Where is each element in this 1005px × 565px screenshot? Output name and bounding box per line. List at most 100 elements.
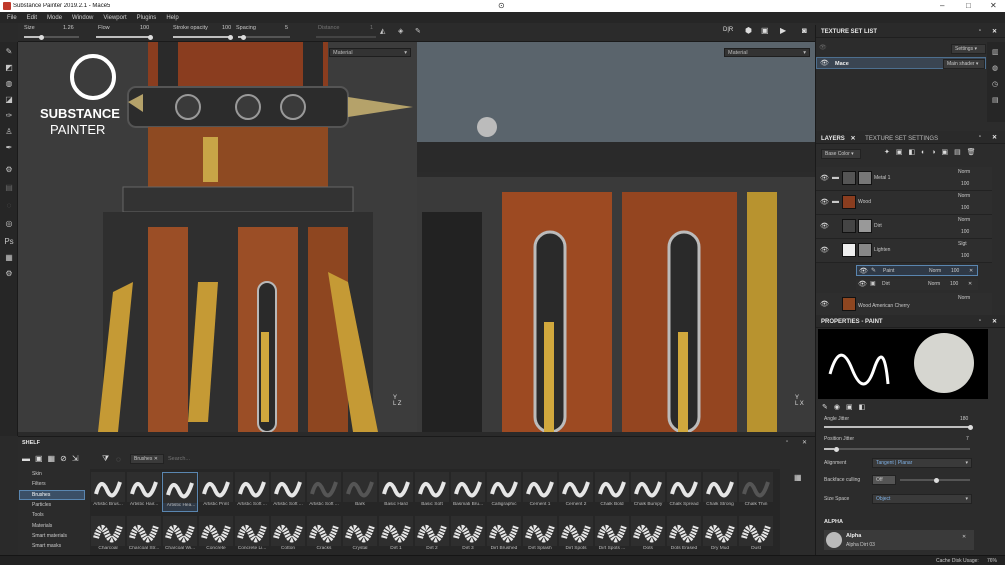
brush-tile[interactable]: Dots Erased: [666, 516, 702, 556]
layer-blend[interactable]: Norm: [958, 295, 970, 301]
brush-tile[interactable]: Cement 2: [558, 472, 594, 512]
effect-eye-icon[interactable]: 👁: [858, 280, 867, 288]
settings-gear-icon[interactable]: ⚙: [4, 164, 14, 174]
brush-tile[interactable]: Charcoal Str...: [126, 516, 162, 556]
alpha-remove-icon[interactable]: ✕: [962, 534, 966, 540]
maximize-icon[interactable]: □: [966, 1, 971, 10]
layer-row-wood[interactable]: 👁 ▬ Wood Norm 100: [816, 191, 992, 215]
visibility-eye-icon[interactable]: 👁: [820, 59, 829, 67]
layer-opacity[interactable]: 100: [961, 253, 969, 259]
effect-blend[interactable]: Norm: [929, 268, 941, 274]
brush-tile[interactable]: Artistic Hair...: [126, 472, 162, 512]
brush-tile[interactable]: Basmati Bru...: [450, 472, 486, 512]
layer-row-wood-american-cherry[interactable]: 👁 Wood American Cherry Norm: [816, 293, 992, 317]
distance-slider[interactable]: [316, 36, 376, 38]
brush-tile[interactable]: Concrete Li...: [234, 516, 270, 556]
category-smart-materials[interactable]: Smart materials: [32, 533, 67, 539]
effect-remove-icon[interactable]: ✕: [968, 281, 972, 287]
distance-value[interactable]: 1: [370, 25, 373, 31]
brush-tile[interactable]: Dry Mud: [702, 516, 738, 556]
shelf-search-input[interactable]: [168, 454, 783, 464]
polygon-fill-icon[interactable]: ◪: [4, 94, 14, 104]
menu-file[interactable]: File: [7, 15, 17, 21]
brush-tile[interactable]: Dirt Brushed: [486, 516, 522, 556]
tab-layers[interactable]: LAYERS: [821, 136, 845, 142]
brush-tile[interactable]: Artistic Soft ...: [270, 472, 306, 512]
projection-icon[interactable]: ◍: [4, 78, 14, 88]
python-icon[interactable]: Ps: [4, 236, 14, 246]
brush-tile[interactable]: Chalk Bold: [594, 472, 630, 512]
gear-extra-icon[interactable]: ⚙: [4, 268, 14, 278]
layer-row-metal-1[interactable]: 👁 ▬ Metal 1 Norm 100: [816, 167, 992, 191]
brush-tile[interactable]: Artistic Print: [198, 472, 234, 512]
brush-tile[interactable]: Artistic Soft ...: [306, 472, 342, 512]
brush-tile[interactable]: Basic Soft: [414, 472, 450, 512]
flow-slider[interactable]: [96, 34, 153, 40]
filter-circle-icon[interactable]: ◌: [116, 455, 121, 464]
effect-opacity[interactable]: 100: [950, 281, 958, 287]
layer-row-lighten[interactable]: 👁 Lighten Slgt 100: [816, 239, 992, 263]
panel-close-icon[interactable]: ✕: [992, 28, 997, 35]
minimize-icon[interactable]: –: [940, 1, 944, 10]
flow-value[interactable]: 100: [140, 25, 149, 31]
shelf-float-icon[interactable]: ▫: [786, 439, 788, 445]
effect-eye-icon[interactable]: 👁: [859, 267, 868, 275]
size-slider[interactable]: [24, 34, 79, 40]
lazy-mouse-icon[interactable]: ◈: [398, 27, 403, 35]
brush-tile[interactable]: Cracks: [306, 516, 342, 556]
layers-float-icon[interactable]: ▫: [979, 134, 981, 140]
brush-tile[interactable]: Cement 1: [522, 472, 558, 512]
bake-icon[interactable]: ▤: [4, 182, 14, 192]
effect-row-paint[interactable]: 👁 ✎ Paint Norm 100 ✕: [856, 265, 978, 276]
menu-plugins[interactable]: Plugins: [137, 15, 157, 21]
stroke-opacity-value[interactable]: 100: [222, 25, 231, 31]
category-brushes[interactable]: Brushes: [19, 490, 85, 500]
menu-help[interactable]: Help: [166, 15, 178, 21]
layer-eye-icon[interactable]: 👁: [820, 300, 829, 308]
properties-float-icon[interactable]: ▫: [979, 318, 981, 324]
brush-tile[interactable]: Dots: [630, 516, 666, 556]
viewport-3d[interactable]: Material ▾ SUBSTANCE PAINTER YL Z: [18, 42, 417, 432]
layer-eye-icon[interactable]: 👁: [820, 198, 829, 206]
texture-set-settings-button[interactable]: Settings ▾: [951, 44, 986, 54]
stroke-opacity-slider[interactable]: [173, 34, 233, 40]
category-particles[interactable]: Particles: [32, 502, 51, 508]
position-jitter-slider[interactable]: [824, 446, 970, 452]
brush-tile[interactable]: Basic Hard: [378, 472, 414, 512]
history-icon[interactable]: ◷: [992, 80, 998, 88]
brush-tile[interactable]: Charcoal: [90, 516, 126, 556]
backface-culling-toggle[interactable]: Off: [872, 475, 896, 485]
menu-mode[interactable]: Mode: [47, 15, 62, 21]
layer-row-dirt[interactable]: 👁 Dirt Norm 100: [816, 215, 992, 239]
effect-blend[interactable]: Norm: [928, 281, 940, 287]
properties-tab-icons[interactable]: ✎◉▣◧: [822, 403, 871, 411]
category-skin[interactable]: Skin: [32, 471, 42, 477]
brush-tile[interactable]: Calligraphic: [486, 472, 522, 512]
effect-row-dirt[interactable]: 👁 ▣ Dirt Norm 100 ✕: [856, 279, 978, 290]
smudge-icon[interactable]: ✑: [4, 110, 14, 120]
screenshot-icon[interactable]: ◙: [802, 26, 807, 35]
tool-icon-a[interactable]: ◎: [4, 218, 14, 228]
eye-all-icon[interactable]: 👁: [819, 44, 827, 51]
brush-tile[interactable]: Cotton: [270, 516, 306, 556]
layer-blend[interactable]: Norm: [958, 169, 970, 175]
color-picker-icon[interactable]: ✒: [4, 142, 14, 152]
angle-jitter-slider[interactable]: [824, 424, 973, 430]
size-space-dropdown[interactable]: Object ▾: [872, 494, 972, 504]
export-icon[interactable]: ▦: [4, 252, 14, 262]
brush-tile[interactable]: Dirt 2: [414, 516, 450, 556]
effect-opacity[interactable]: 100: [951, 268, 959, 274]
brush-tile[interactable]: Dirt 1: [378, 516, 414, 556]
layer-blend[interactable]: Norm: [958, 217, 970, 223]
layer-blend[interactable]: Slgt: [958, 241, 967, 247]
category-tools[interactable]: Tools: [32, 512, 44, 518]
layer-eye-icon[interactable]: 👁: [820, 222, 829, 230]
shelf-toolbar-icons[interactable]: ▬▣▦⊘⇲: [22, 454, 84, 463]
brush-preset-icon[interactable]: ✎: [415, 27, 421, 35]
brush-tile[interactable]: Artistic Hea...: [162, 472, 198, 512]
physics-icon[interactable]: ◌: [4, 200, 14, 210]
brush-tile[interactable]: Dust: [738, 516, 774, 556]
shader-dropdown[interactable]: Main shader ▾: [943, 59, 985, 69]
brush-tile[interactable]: Dirt Spots: [558, 516, 594, 556]
brush-tile[interactable]: Artistic Brus...: [90, 472, 126, 512]
